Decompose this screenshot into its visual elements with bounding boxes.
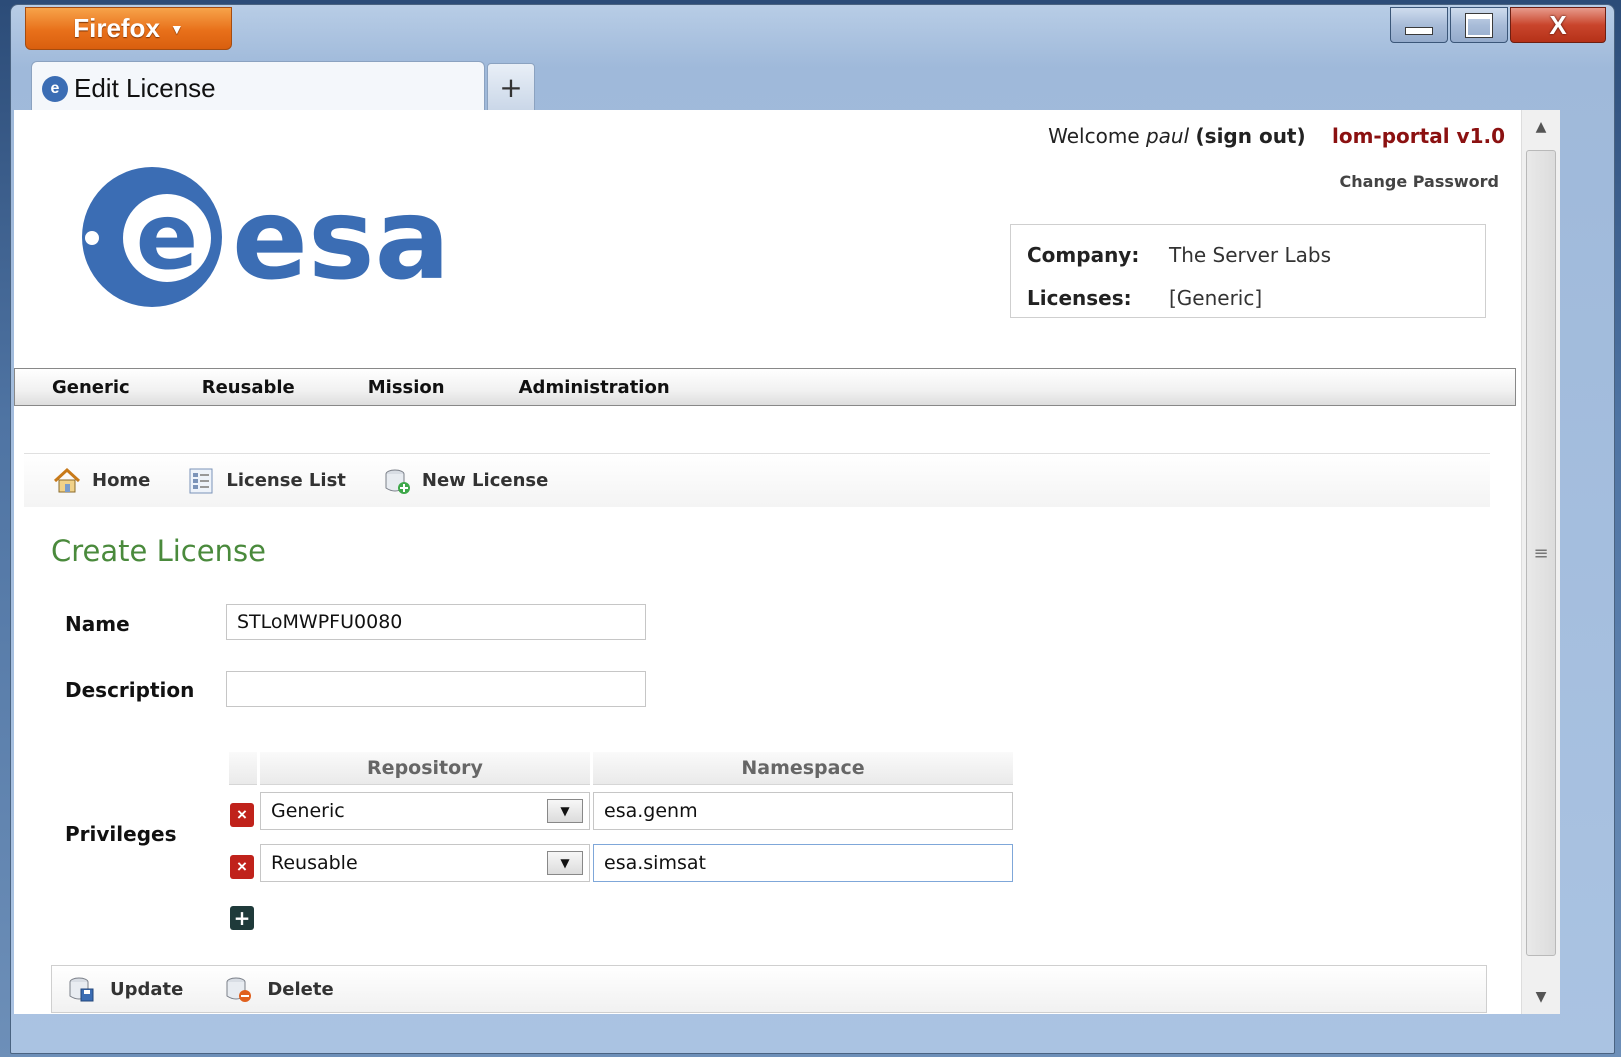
update-button[interactable]: Update <box>66 974 183 1004</box>
version-label: lom-portal v1.0 <box>1332 124 1505 148</box>
change-password-link[interactable]: Change Password <box>1340 172 1499 191</box>
licenses-label: Licenses: <box>1027 285 1132 310</box>
sign-out-link[interactable]: (sign out) <box>1196 124 1306 148</box>
new-license-label: New License <box>421 470 549 491</box>
home-link[interactable]: Home <box>52 466 150 496</box>
repository-select[interactable]: Reusable ▼ <box>260 844 590 882</box>
scrollbar-thumb[interactable]: ≡ <box>1526 150 1556 956</box>
page-viewport: Welcome paul (sign out) lom-portal v1.0 … <box>14 110 1521 1014</box>
form-actions-bar: Update Delete <box>51 965 1487 1013</box>
repository-column-header: Repository <box>260 752 590 785</box>
esa-favicon-icon: e <box>42 75 68 102</box>
delete-document-icon <box>226 977 252 1002</box>
new-license-link[interactable]: New License <box>382 466 548 496</box>
license-list-label: License List <box>226 470 346 491</box>
nav-administration[interactable]: Administration <box>519 377 670 398</box>
maximize-button[interactable] <box>1450 7 1508 43</box>
vertical-scrollbar[interactable]: ▲ ≡ ▼ <box>1521 110 1560 1014</box>
update-label: Update <box>110 978 184 1000</box>
namespace-input[interactable]: esa.simsat <box>593 844 1013 882</box>
save-icon <box>69 977 94 1002</box>
svg-text:e: e <box>136 183 198 290</box>
delete-row-icon[interactable]: × <box>230 803 254 827</box>
home-label: Home <box>92 470 151 491</box>
new-document-icon <box>385 469 410 494</box>
username: paul <box>1145 124 1190 148</box>
maximize-icon <box>1466 13 1492 37</box>
privileges-spacer-header <box>229 752 257 785</box>
window-controls: X <box>1390 7 1606 43</box>
license-list-link[interactable]: License List <box>186 466 346 496</box>
page-title: Create License <box>51 534 266 568</box>
main-nav: Generic Reusable Mission Administration <box>14 368 1516 406</box>
repository-select[interactable]: Generic ▼ <box>260 792 590 830</box>
delete-row-icon[interactable]: × <box>230 855 254 879</box>
delete-button[interactable]: Delete <box>223 974 334 1004</box>
privileges-label: Privileges <box>65 822 177 846</box>
chevron-down-icon: ▼ <box>169 20 184 37</box>
welcome-prefix: Welcome <box>1048 124 1140 148</box>
description-input[interactable] <box>226 671 646 707</box>
tab-title: Edit License <box>74 73 216 103</box>
namespace-input[interactable]: esa.genm <box>593 792 1013 830</box>
firefox-menu-label: Firefox <box>73 13 160 43</box>
nav-reusable[interactable]: Reusable <box>202 377 295 398</box>
close-icon: X <box>1549 9 1567 40</box>
name-input[interactable]: STLoMWPFU0080 <box>226 604 646 640</box>
list-icon <box>189 468 213 493</box>
minimize-button[interactable] <box>1390 7 1448 43</box>
scroll-up-icon[interactable]: ▲ <box>1522 110 1560 144</box>
add-privilege-icon[interactable]: + <box>230 906 254 930</box>
delete-label: Delete <box>267 978 334 1000</box>
description-label: Description <box>65 678 195 702</box>
company-info-box: Company: The Server Labs Licenses: [Gene… <box>1010 224 1486 318</box>
company-value: The Server Labs <box>1169 242 1332 267</box>
close-button[interactable]: X <box>1510 7 1606 43</box>
repository-select-value: Reusable <box>271 852 358 874</box>
firefox-menu-button[interactable]: Firefox ▼ <box>25 7 232 50</box>
repository-select-value: Generic <box>271 800 345 822</box>
welcome-bar: Welcome paul (sign out) lom-portal v1.0 <box>1048 124 1505 148</box>
nav-generic[interactable]: Generic <box>52 377 130 398</box>
name-label: Name <box>65 612 130 636</box>
tab-edit-license[interactable]: e Edit License <box>31 61 485 115</box>
company-label: Company: <box>1027 242 1140 267</box>
dropdown-arrow-icon[interactable]: ▼ <box>547 799 583 823</box>
sub-nav: Home License List New License <box>24 453 1490 507</box>
minimize-icon <box>1405 27 1433 35</box>
logo-text: esa <box>232 175 450 305</box>
nav-mission[interactable]: Mission <box>368 377 445 398</box>
home-icon <box>53 467 81 492</box>
namespace-column-header: Namespace <box>593 752 1013 785</box>
scroll-down-icon[interactable]: ▼ <box>1522 980 1560 1014</box>
dropdown-arrow-icon[interactable]: ▼ <box>547 851 583 875</box>
new-tab-button[interactable]: + <box>487 63 535 111</box>
licenses-value: [Generic] <box>1169 285 1263 310</box>
esa-logo: e esa <box>82 167 450 307</box>
